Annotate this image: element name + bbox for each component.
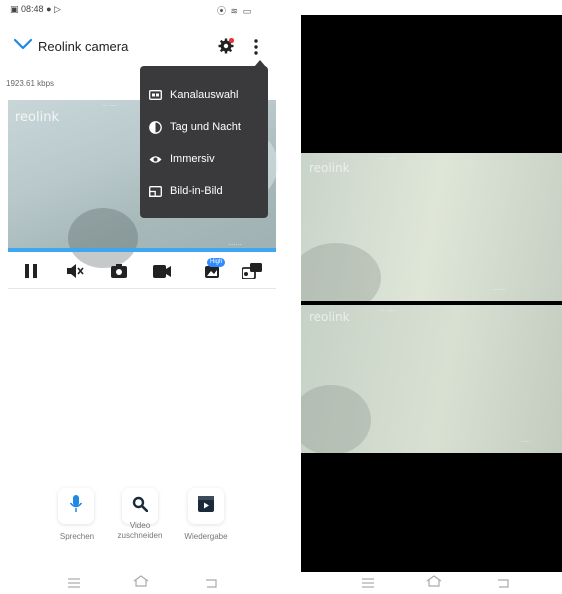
status-bar: ▣ 08:48 ● ▷	[10, 4, 61, 15]
playback-label: Wiedergabe	[184, 532, 228, 541]
menu-item-tag-und-nacht[interactable]: Tag und Nacht	[148, 118, 241, 136]
record-icon[interactable]	[153, 261, 171, 281]
back-nav-icon[interactable]	[205, 575, 217, 593]
back-nav-icon[interactable]	[497, 575, 509, 593]
trim-video-label-line2: zuschneiden	[117, 531, 163, 540]
feed-label: ·······	[493, 287, 507, 294]
menu-item-label: Immersiv	[170, 153, 215, 165]
multi-view-icon[interactable]	[242, 261, 262, 281]
eye-icon	[148, 152, 162, 166]
day-night-icon	[148, 120, 162, 134]
feed-timestamp: ··· ·····	[379, 156, 397, 163]
camera-title[interactable]: Reolink camera	[38, 39, 128, 54]
microphone-icon	[69, 494, 83, 518]
divider	[8, 288, 276, 289]
video-timestamp: ··· ····	[102, 103, 118, 110]
menu-nav-icon[interactable]	[362, 575, 374, 593]
status-icons: ● ▷	[46, 4, 61, 14]
trim-video-label: Video zuschneiden	[112, 521, 168, 541]
trim-video-label-line1: Video	[129, 521, 151, 530]
menu-item-bild-in-bild[interactable]: Bild-in-Bild	[148, 182, 223, 200]
talk-button[interactable]	[58, 488, 94, 524]
playback-button[interactable]	[188, 488, 224, 524]
menu-item-kanalauswahl[interactable]: Kanalauswahl	[148, 86, 239, 104]
home-nav-icon[interactable]	[426, 574, 442, 592]
reolink-watermark: reolink	[15, 110, 60, 125]
status-time: 08:48	[21, 4, 44, 14]
battery-icon: ▭	[242, 6, 253, 16]
video-shadow	[68, 208, 138, 268]
search-icon	[132, 496, 149, 517]
bitrate-readout: 1923.61 kbps	[6, 79, 55, 88]
settings-gear-icon[interactable]	[218, 37, 235, 59]
talk-label: Sprechen	[59, 532, 95, 541]
feed-timestamp: ··· ·····	[379, 308, 397, 315]
menu-item-label: Bild-in-Bild	[170, 185, 223, 197]
menu-item-immersiv[interactable]: Immersiv	[148, 150, 215, 168]
quality-icon[interactable]: High	[199, 258, 227, 281]
wifi-icon: ≋	[230, 6, 240, 16]
menu-item-label: Tag und Nacht	[170, 121, 241, 133]
menu-nav-icon[interactable]	[68, 575, 80, 593]
channel-icon	[148, 88, 162, 102]
vibrate-icon: ⦿	[217, 6, 228, 16]
video-progress-bar	[8, 248, 276, 252]
reolink-watermark: reolink	[309, 310, 350, 324]
quality-badge: High	[207, 258, 226, 267]
mute-icon[interactable]	[66, 261, 84, 281]
camera-feed-1[interactable]: reolink ··· ····· ·······	[301, 153, 562, 301]
snapshot-icon[interactable]	[111, 261, 127, 281]
more-options-icon[interactable]	[252, 38, 260, 61]
home-nav-icon[interactable]	[133, 574, 149, 592]
phone-left: ▣ 08:48 ● ▷ ⦿ ≋ ▭ Reolink camera 1923.61…	[0, 0, 282, 594]
options-menu: Kanalauswahl Tag und Nacht Immersiv Bild…	[140, 66, 268, 218]
trim-video-button[interactable]	[122, 488, 158, 524]
sim-icon: ▣	[10, 4, 19, 14]
camera-header: Reolink camera	[13, 36, 128, 56]
status-indicators: ⦿ ≋ ▭	[217, 4, 252, 17]
feed-shadow	[301, 385, 371, 453]
picture-in-picture-icon	[148, 184, 162, 198]
menu-item-label: Kanalauswahl	[170, 89, 239, 101]
chevron-down-icon[interactable]	[13, 37, 33, 55]
phone-right: reolink ··· ····· ······· reolink ··· ··…	[301, 15, 562, 572]
reolink-watermark: reolink	[309, 161, 350, 175]
feed-shadow	[301, 243, 381, 301]
feed-label: ·····	[521, 439, 531, 446]
pause-icon[interactable]	[23, 261, 39, 281]
camera-feed-2[interactable]: reolink ··· ····· ·····	[301, 305, 562, 453]
playback-icon	[198, 495, 214, 517]
